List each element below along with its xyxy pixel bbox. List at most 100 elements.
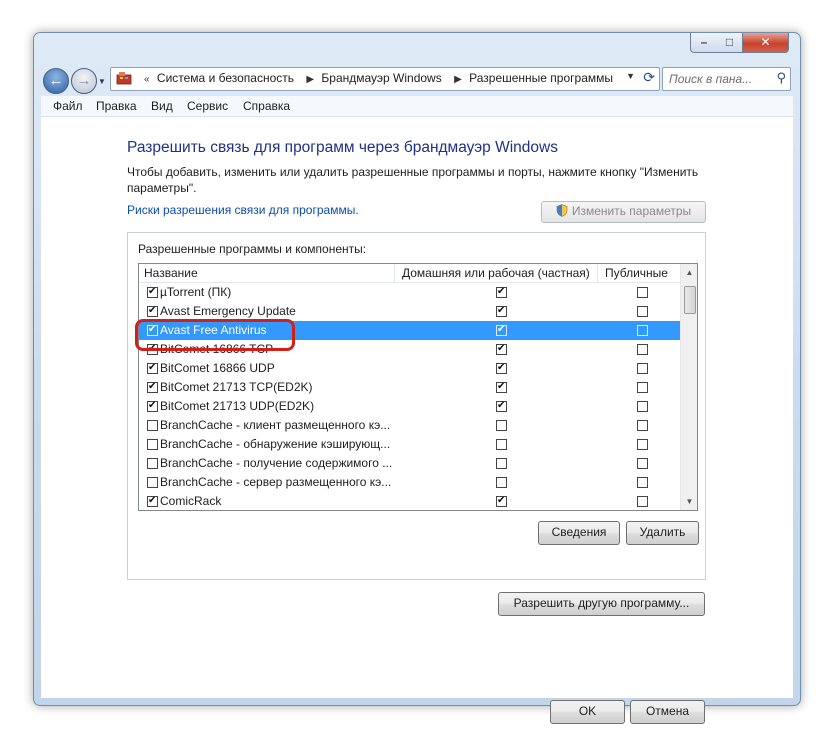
minimize-icon: –: [700, 35, 708, 49]
scroll-down-icon[interactable]: ▼: [681, 493, 697, 510]
search-box[interactable]: Поиск в пана... ⚲: [662, 67, 791, 91]
maximize-icon: □: [725, 35, 734, 49]
menu-bar: Файл Правка Вид Сервис Справка: [41, 96, 793, 117]
column-header-home[interactable]: Домашняя или рабочая (частная): [402, 266, 590, 280]
program-enabled-checkbox[interactable]: [147, 477, 158, 488]
list-scrollbar[interactable]: ▲ ▼: [680, 264, 697, 510]
table-row[interactable]: BitComet 21713 TCP(ED2K): [139, 378, 680, 397]
scroll-up-icon[interactable]: ▲: [681, 264, 697, 281]
table-row[interactable]: µTorrent (ПК): [139, 283, 680, 302]
menu-edit[interactable]: Правка: [96, 99, 137, 113]
column-divider[interactable]: [394, 264, 395, 282]
program-enabled-checkbox[interactable]: [147, 399, 158, 413]
page-description: Чтобы добавить, изменить или удалить раз…: [127, 165, 699, 195]
home-network-checkbox[interactable]: [496, 304, 507, 318]
home-network-checkbox[interactable]: [496, 477, 507, 488]
menu-file[interactable]: Файл: [53, 99, 83, 113]
cancel-button[interactable]: Отмена: [630, 700, 705, 724]
public-network-checkbox[interactable]: [637, 287, 648, 298]
table-row[interactable]: BranchCache - сервер размещенного кэ...: [139, 473, 680, 492]
program-enabled-checkbox[interactable]: [147, 420, 158, 431]
public-network-checkbox[interactable]: [637, 306, 648, 317]
breadcrumb-allowed-programs[interactable]: Разрешенные программы: [469, 71, 613, 85]
minimize-button[interactable]: –: [690, 33, 718, 53]
program-enabled-checkbox[interactable]: [147, 494, 158, 508]
refresh-icon[interactable]: ⟳: [643, 69, 655, 86]
forward-button[interactable]: →: [71, 68, 97, 94]
program-enabled-checkbox[interactable]: [147, 285, 158, 299]
content-pane: Разрешить связь для программ через бранд…: [41, 117, 793, 724]
public-network-checkbox[interactable]: [637, 401, 648, 412]
table-row[interactable]: BitComet 16866 UDP: [139, 359, 680, 378]
column-divider[interactable]: [597, 264, 598, 282]
change-settings-button[interactable]: Изменить параметры: [541, 201, 706, 223]
close-button[interactable]: ✕: [743, 33, 789, 53]
breadcrumb-firewall[interactable]: Брандмауэр Windows: [321, 71, 441, 85]
table-row[interactable]: ComicRack: [139, 492, 680, 510]
public-network-checkbox[interactable]: [637, 477, 648, 488]
group-label: Разрешенные программы и компоненты:: [138, 242, 367, 256]
breadcrumb-separator-icon[interactable]: ▶: [454, 74, 462, 85]
highlight-ring: [135, 319, 295, 351]
program-name: µTorrent (ПК): [160, 285, 232, 299]
search-icon[interactable]: ⚲: [776, 70, 786, 86]
change-settings-label: Изменить параметры: [571, 204, 692, 218]
scroll-thumb[interactable]: [684, 286, 696, 314]
program-enabled-checkbox[interactable]: [147, 439, 158, 450]
table-row[interactable]: BranchCache - получение содержимого ...: [139, 454, 680, 473]
home-network-checkbox[interactable]: [496, 342, 507, 356]
home-network-checkbox[interactable]: [496, 323, 507, 337]
menu-view[interactable]: Вид: [151, 99, 173, 113]
back-button[interactable]: ←: [43, 68, 69, 94]
forward-arrow-icon: →: [76, 72, 92, 89]
remove-button[interactable]: Удалить: [626, 521, 699, 545]
home-network-checkbox[interactable]: [496, 380, 507, 394]
risks-link[interactable]: Риски разрешения связи для программы.: [127, 203, 359, 217]
address-dropdown-icon[interactable]: ▼: [626, 71, 635, 81]
details-button[interactable]: Сведения: [538, 521, 620, 545]
table-row[interactable]: BranchCache - клиент размещенного кэ...: [139, 416, 680, 435]
close-icon: ✕: [760, 35, 771, 49]
home-network-checkbox[interactable]: [496, 361, 507, 375]
allow-another-program-button[interactable]: Разрешить другую программу...: [498, 592, 705, 616]
program-name: BitComet 16866 UDP: [160, 361, 275, 375]
maximize-button[interactable]: □: [717, 33, 743, 53]
program-enabled-checkbox[interactable]: [147, 380, 158, 394]
program-name: BitComet 21713 UDP(ED2K): [160, 399, 315, 413]
home-network-checkbox[interactable]: [496, 494, 507, 508]
table-row[interactable]: BitComet 21713 UDP(ED2K): [139, 397, 680, 416]
program-name: BranchCache - сервер размещенного кэ...: [160, 475, 392, 489]
program-enabled-checkbox[interactable]: [147, 304, 158, 318]
breadcrumb-separator-icon[interactable]: ▶: [306, 74, 314, 85]
public-network-checkbox[interactable]: [637, 439, 648, 450]
program-enabled-checkbox[interactable]: [147, 361, 158, 375]
firewall-window: – □ ✕ ← → ▼ « Система и безопасность ▶ Б…: [33, 32, 801, 724]
ok-button[interactable]: OK: [550, 700, 625, 724]
address-bar[interactable]: « Система и безопасность ▶ Брандмауэр Wi…: [110, 67, 660, 91]
home-network-checkbox[interactable]: [496, 285, 507, 299]
column-header-public[interactable]: Публичные: [605, 266, 668, 280]
allowed-programs-list[interactable]: Название Домашняя или рабочая (частная) …: [138, 263, 698, 511]
program-enabled-checkbox[interactable]: [147, 458, 158, 469]
public-network-checkbox[interactable]: [637, 458, 648, 469]
public-network-checkbox[interactable]: [637, 325, 648, 336]
home-network-checkbox[interactable]: [496, 420, 507, 431]
home-network-checkbox[interactable]: [496, 399, 507, 413]
table-row[interactable]: BranchCache - обнаружение кэширующ...: [139, 435, 680, 454]
menu-help[interactable]: Справка: [243, 99, 290, 113]
recent-pages-dropdown-icon[interactable]: ▼: [98, 77, 106, 86]
search-input[interactable]: Поиск в пана...: [669, 72, 752, 86]
public-network-checkbox[interactable]: [637, 363, 648, 374]
home-network-checkbox[interactable]: [496, 439, 507, 450]
home-network-checkbox[interactable]: [496, 458, 507, 469]
allowed-programs-group: Разрешенные программы и компоненты: Назв…: [127, 232, 706, 580]
column-header-name[interactable]: Название: [144, 266, 198, 280]
control-panel-folder-icon: [116, 72, 132, 85]
breadcrumb-system-security[interactable]: Система и безопасность: [157, 71, 294, 85]
public-network-checkbox[interactable]: [637, 420, 648, 431]
public-network-checkbox[interactable]: [637, 344, 648, 355]
list-body: µTorrent (ПК)Avast Emergency UpdateAvast…: [139, 283, 680, 510]
public-network-checkbox[interactable]: [637, 382, 648, 393]
menu-tools[interactable]: Сервис: [187, 99, 228, 113]
public-network-checkbox[interactable]: [637, 496, 648, 507]
